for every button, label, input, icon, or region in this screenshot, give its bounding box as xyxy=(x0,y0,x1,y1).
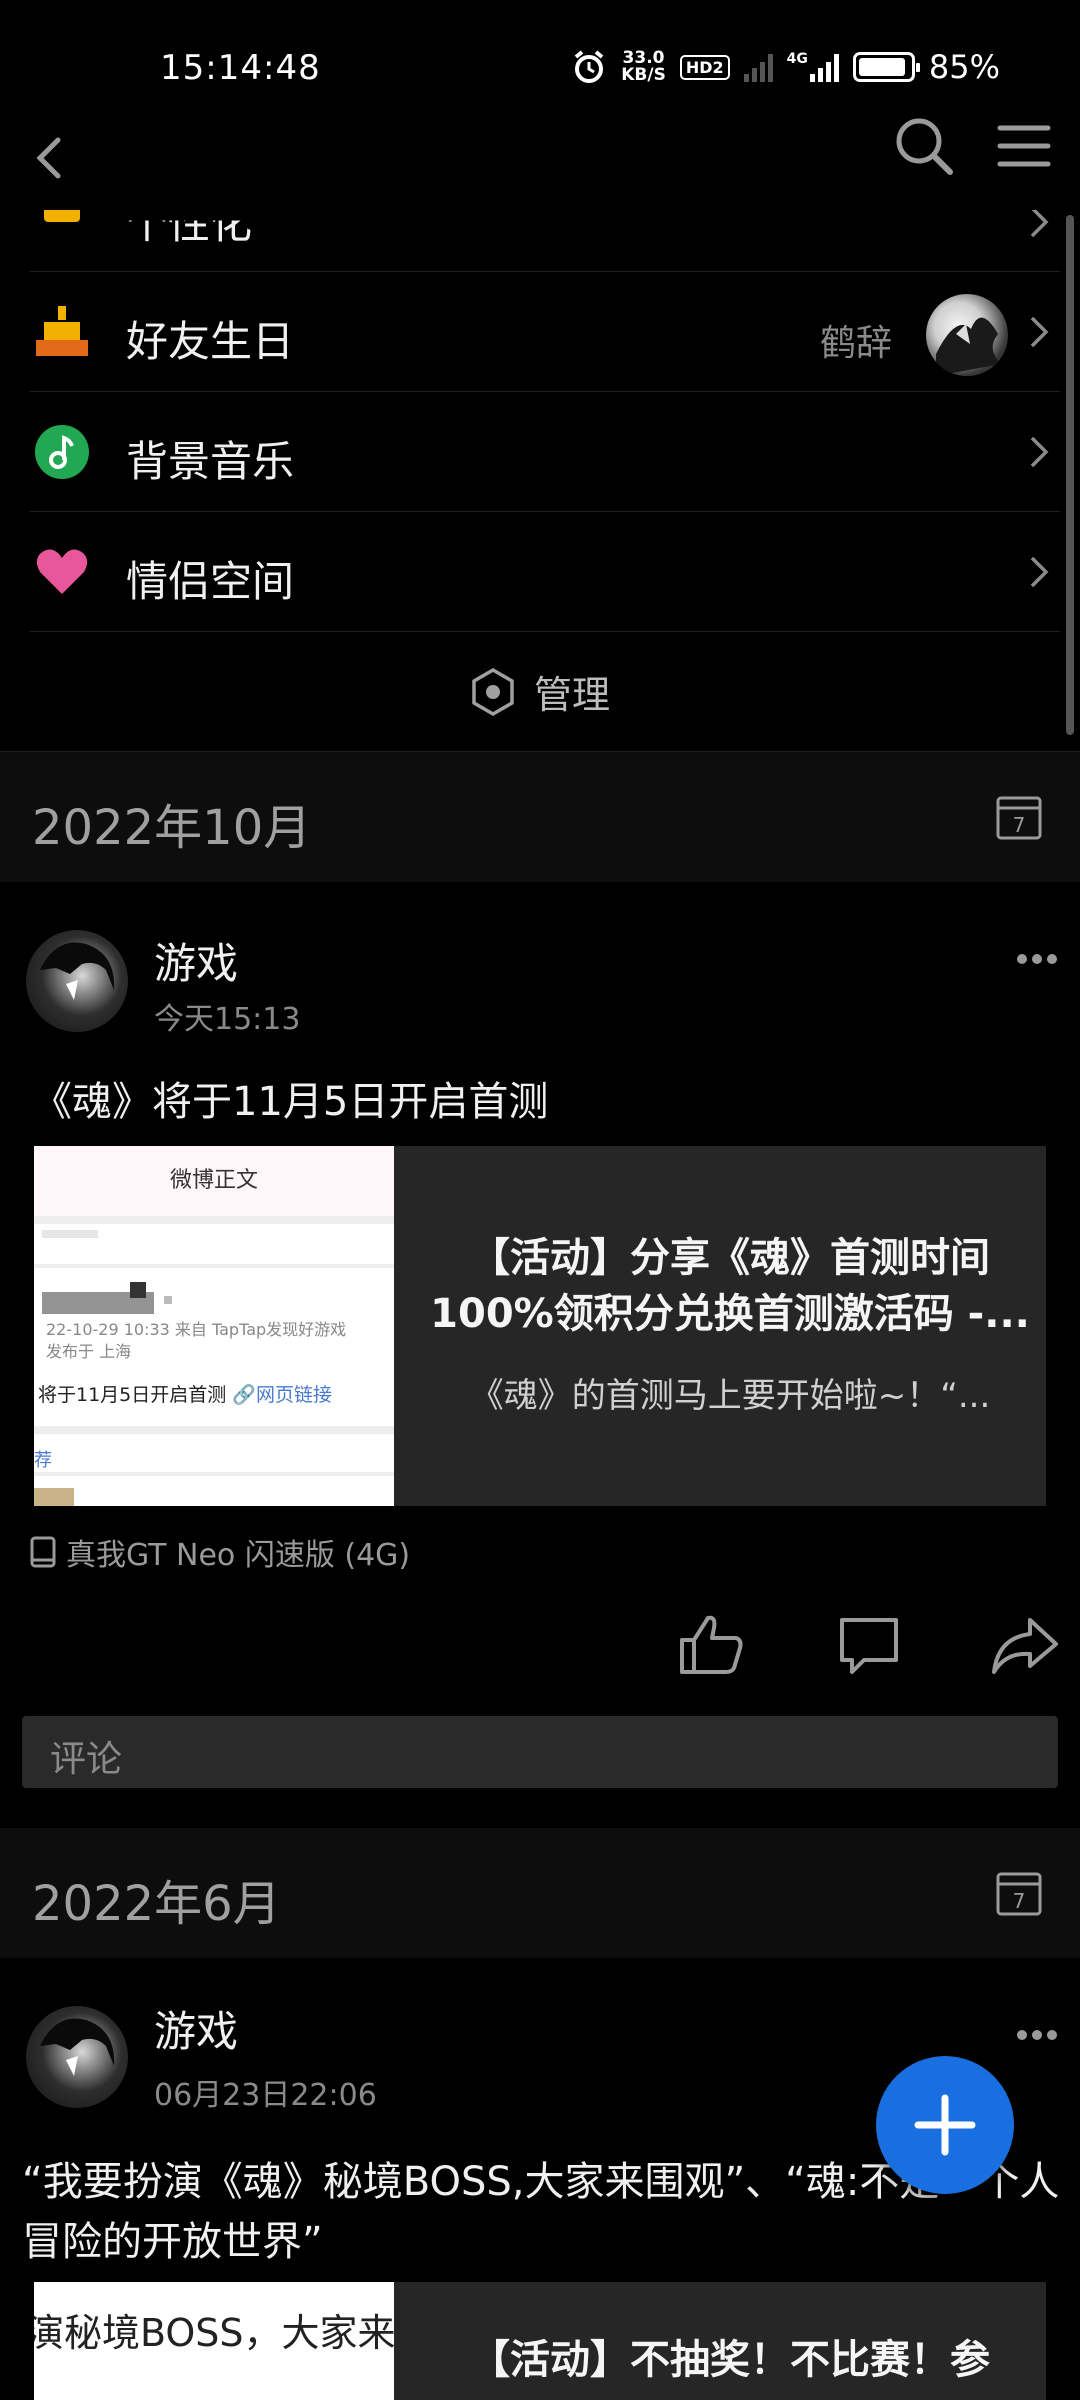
scrollbar[interactable] xyxy=(1066,215,1074,735)
menu-row-friend-birthday[interactable]: 好友生日 鹤辞 xyxy=(30,272,1060,392)
post-device: 真我GT Neo 闪速版 (4G) xyxy=(30,1530,410,1574)
friend-avatar xyxy=(926,294,1008,376)
menu-row-label: 情侣空间 xyxy=(126,557,295,606)
search-icon[interactable] xyxy=(892,114,956,178)
post-text: 《魂》将于11月5日开启首测 xyxy=(32,1079,549,1125)
chevron-right-icon xyxy=(1030,556,1049,588)
calendar-icon[interactable]: 7 xyxy=(994,1868,1044,1918)
link-thumbnail: 微博正文 22-10-29 10:33 来自 TapTap发现好游戏 发布于 上… xyxy=(34,1146,394,1506)
post-time: 今天15:13 xyxy=(154,1002,301,1037)
hexagon-icon xyxy=(472,667,514,716)
link-preview-card[interactable]: 演秘境BOSS，大家来 【活动】不抽奖！不比赛！参 xyxy=(34,2282,1046,2400)
menu-icon[interactable] xyxy=(996,118,1052,174)
author-avatar[interactable] xyxy=(26,930,128,1032)
share-icon[interactable] xyxy=(990,1610,1060,1680)
status-bar: 15:14:48 33.0 KB/S HD2 4G 85% xyxy=(0,0,1080,110)
link-preview-card[interactable]: 微博正文 22-10-29 10:33 来自 TapTap发现好游戏 发布于 上… xyxy=(34,1146,1046,1506)
comment-icon[interactable] xyxy=(834,1610,904,1680)
phone-icon xyxy=(30,1536,56,1568)
author-avatar[interactable] xyxy=(26,2006,128,2108)
more-icon[interactable] xyxy=(1016,952,1058,966)
manage-label: 管理 xyxy=(533,673,610,717)
link-title-line2: 100%领积分兑换首测激活码 -... xyxy=(430,1291,1030,1337)
birthday-friend-name: 鹤辞 xyxy=(819,323,892,364)
hd-badge: HD2 xyxy=(679,54,730,80)
back-icon[interactable] xyxy=(22,128,82,188)
comment-input[interactable]: 评论 xyxy=(22,1716,1058,1788)
post-actions xyxy=(0,1610,1080,1690)
cake-icon xyxy=(36,306,88,356)
link-thumbnail: 演秘境BOSS，大家来 xyxy=(34,2282,394,2400)
link-description: 《魂》的首测马上要开始啦~！“... xyxy=(469,1376,991,1416)
plus-icon xyxy=(914,2094,976,2156)
manage-button[interactable]: 管理 xyxy=(0,632,1080,752)
post-card: 游戏 今天15:13 《魂》将于11月5日开启首测 微博正文 22-10-29 … xyxy=(0,882,1080,1822)
signal-icon-sim2: 4G xyxy=(787,52,839,82)
month-label: 2022年6月 xyxy=(32,1876,281,1932)
add-post-button[interactable] xyxy=(876,2056,1014,2194)
chevron-right-icon xyxy=(1030,436,1049,468)
calendar-icon[interactable]: 7 xyxy=(994,792,1044,842)
battery-icon xyxy=(852,52,920,82)
alarm-icon xyxy=(574,50,604,83)
more-icon[interactable] xyxy=(1016,2028,1058,2042)
chevron-right-icon xyxy=(1030,316,1049,348)
link-title: 【活动】不抽奖！不比赛！参 xyxy=(470,2337,990,2383)
signal-icon-sim1 xyxy=(743,52,773,82)
month-label: 2022年10月 xyxy=(32,800,312,856)
svg-text:7: 7 xyxy=(1013,813,1026,837)
menu-row-couple-space[interactable]: 情侣空间 xyxy=(30,512,1060,632)
post-author[interactable]: 游戏 xyxy=(154,930,238,991)
svg-text:7: 7 xyxy=(1013,1889,1026,1913)
menu-row-background-music[interactable]: 背景音乐 xyxy=(30,392,1060,512)
post-author[interactable]: 游戏 xyxy=(154,1998,238,2059)
like-icon[interactable] xyxy=(676,1610,746,1680)
net-speed: 33.0 KB/S xyxy=(621,48,666,85)
post-time: 06月23日22:06 xyxy=(154,2078,377,2113)
month-header: 2022年6月 7 xyxy=(0,1828,1080,1958)
month-header: 2022年10月 7 xyxy=(0,752,1080,882)
menu-row-label: 背景音乐 xyxy=(126,437,295,486)
menu-row-label: 好友生日 xyxy=(126,317,295,366)
status-time: 15:14:48 xyxy=(160,48,321,88)
music-icon xyxy=(35,425,89,479)
heart-icon xyxy=(36,549,88,594)
link-title: 【活动】分享《魂》首测时间 xyxy=(470,1235,990,1281)
status-icons: 33.0 KB/S HD2 4G 85% xyxy=(571,48,1000,86)
battery-percent: 85% xyxy=(928,48,1000,86)
